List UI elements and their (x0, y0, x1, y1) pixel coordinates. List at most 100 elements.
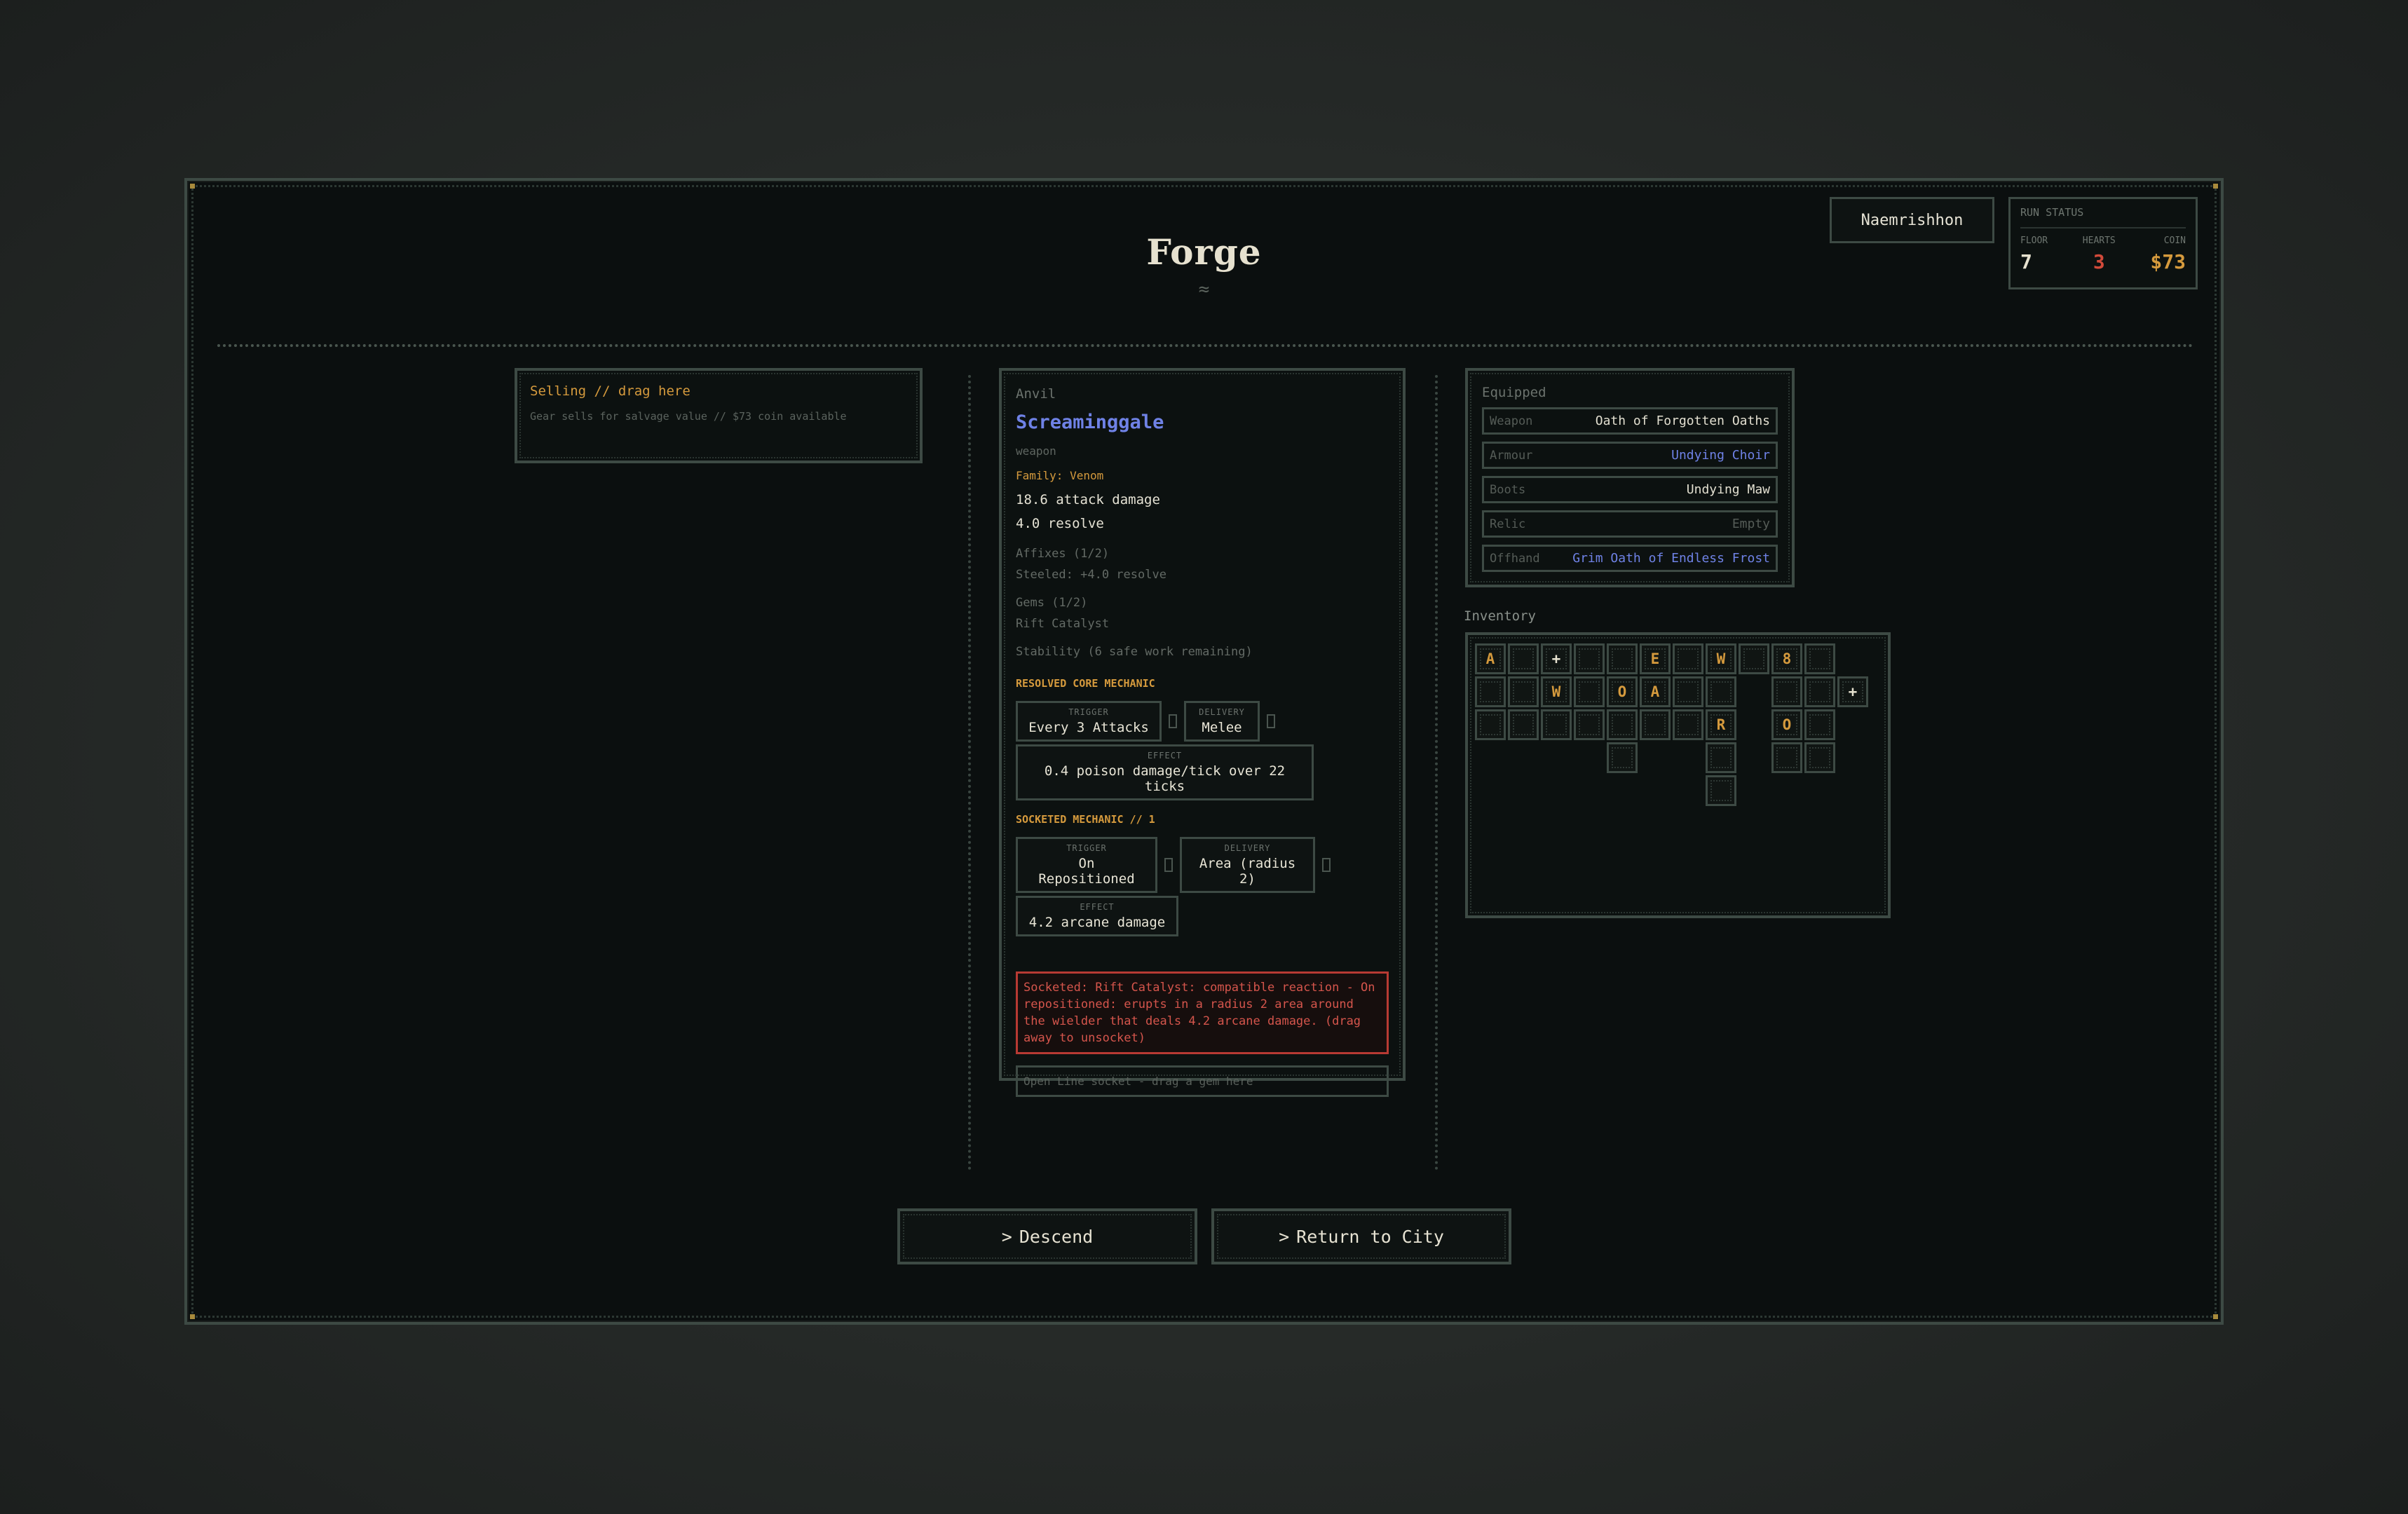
slot-item: Grim Oath of Endless Frost (1572, 551, 1770, 566)
inventory-cell[interactable] (1673, 709, 1703, 740)
inventory-cell[interactable] (1804, 643, 1835, 674)
socketed-trigger: TRIGGER On Repositioned (1016, 837, 1157, 893)
inventory-cell[interactable] (1607, 643, 1638, 674)
trigger-value: On Repositioned (1038, 856, 1135, 887)
inventory-cell[interactable] (1804, 709, 1835, 740)
inventory-cell[interactable]: E (1640, 643, 1671, 674)
slot-item: Oath of Forgotten Oaths (1595, 414, 1770, 428)
inventory-cell[interactable]: + (1541, 643, 1572, 674)
item-glyph: A (1485, 650, 1495, 667)
stability-line: Stability (6 safe work remaining) (1016, 645, 1253, 659)
column-divider-right (1435, 375, 1438, 1171)
inventory-cell[interactable] (1607, 742, 1638, 773)
inventory-cell[interactable] (1706, 775, 1736, 806)
run-status-label: RUN STATUS (2020, 206, 2186, 229)
gem-line[interactable]: Rift Catalyst (1016, 617, 1389, 631)
inventory-cell[interactable]: R (1706, 709, 1736, 740)
slot-item: Empty (1732, 517, 1770, 531)
descend-button[interactable]: > Descend (897, 1208, 1197, 1264)
chevron-right-icon: > (1279, 1226, 1290, 1247)
equipped-panel: Equipped Weapon Oath of Forgotten Oaths … (1465, 368, 1795, 587)
inventory-cell[interactable]: A (1475, 643, 1506, 674)
item-glyph: R (1716, 716, 1726, 733)
run-status-panel: RUN STATUS FLOOR 7 HEARTS 3 COIN $73 (2008, 197, 2198, 289)
delivery-value: Area (radius 2) (1199, 856, 1296, 887)
socketed-gem-warning[interactable]: Socketed: Rift Catalyst: compatible reac… (1016, 971, 1389, 1054)
effect-label: EFFECT (1080, 902, 1115, 912)
slot-name: Weapon (1490, 414, 1533, 428)
equip-slot-armour[interactable]: Armour Undying Choir (1482, 442, 1778, 469)
link-icon (1322, 858, 1331, 872)
return-label: Return to City (1296, 1226, 1444, 1247)
inventory-cell[interactable] (1574, 643, 1605, 674)
inventory-grid[interactable]: A + E W 8 W O A + R O (1465, 632, 1891, 918)
inventory-cell[interactable] (1541, 709, 1572, 740)
inventory-cell[interactable] (1508, 643, 1539, 674)
equip-slot-relic[interactable]: Relic Empty (1482, 510, 1778, 538)
socketed-delivery: DELIVERY Area (radius 2) (1180, 837, 1315, 893)
inventory-cell[interactable] (1804, 676, 1835, 707)
selling-dropzone[interactable]: Selling // drag here Gear sells for salv… (515, 368, 923, 463)
item-glyph: + (1848, 683, 1858, 700)
inventory-cell[interactable]: O (1771, 709, 1802, 740)
inventory-cell[interactable] (1771, 676, 1802, 707)
inventory-cell[interactable]: W (1541, 676, 1572, 707)
delivery-value: Melee (1202, 720, 1242, 735)
effect-value: 0.4 poison damage/tick over 22 ticks (1044, 763, 1286, 794)
player-name-button[interactable]: Naemrishhon (1830, 197, 1994, 243)
inventory-cell[interactable] (1804, 742, 1835, 773)
selling-title: Selling // drag here (530, 383, 691, 399)
trigger-value: Every 3 Attacks (1028, 720, 1149, 735)
item-glyph: O (1617, 683, 1627, 700)
core-delivery: DELIVERY Melee (1184, 701, 1260, 742)
item-glyph: W (1551, 683, 1561, 700)
inventory-cell[interactable] (1607, 709, 1638, 740)
inventory-cell[interactable] (1673, 676, 1703, 707)
equip-slot-offhand[interactable]: Offhand Grim Oath of Endless Frost (1482, 545, 1778, 572)
item-glyph: A (1650, 683, 1660, 700)
core-trigger: TRIGGER Every 3 Attacks (1016, 701, 1162, 742)
slot-item: Undying Maw (1686, 482, 1770, 497)
inventory-cell[interactable] (1739, 643, 1769, 674)
inventory-cell[interactable] (1706, 676, 1736, 707)
inventory-cell[interactable] (1640, 709, 1671, 740)
affixes-count: Affixes (1/2) (1016, 547, 1110, 561)
open-gem-socket[interactable]: Open Line socket - drag a gem here (1016, 1065, 1389, 1097)
inventory-cell[interactable]: A (1640, 676, 1671, 707)
socketed-effect: EFFECT 4.2 arcane damage (1016, 896, 1178, 936)
item-glyph: W (1716, 650, 1726, 667)
inventory-cell[interactable] (1475, 709, 1506, 740)
item-glyph: E (1650, 650, 1660, 667)
slot-name: Offhand (1490, 551, 1540, 566)
equip-slot-weapon[interactable]: Weapon Oath of Forgotten Oaths (1482, 407, 1778, 435)
return-to-city-button[interactable]: > Return to City (1211, 1208, 1511, 1264)
inventory-cell[interactable] (1475, 676, 1506, 707)
coin-label: COIN (2163, 236, 2186, 246)
inventory-cell[interactable] (1706, 742, 1736, 773)
trigger-label: TRIGGER (1068, 707, 1109, 717)
chevron-right-icon: > (1001, 1226, 1012, 1247)
inventory-cell[interactable] (1771, 742, 1802, 773)
inventory-cell[interactable] (1673, 643, 1703, 674)
anvil-panel[interactable]: Anvil Screaminggale weapon Family: Venom… (999, 368, 1406, 1097)
item-name[interactable]: Screaminggale (1016, 411, 1389, 433)
equipped-title: Equipped (1482, 385, 1546, 400)
header-divider (217, 344, 2194, 347)
inventory-cell[interactable] (1574, 709, 1605, 740)
core-mechanic-heading: RESOLVED CORE MECHANIC (1016, 677, 1155, 690)
delivery-label: DELIVERY (1199, 707, 1245, 717)
inventory-cell[interactable] (1508, 709, 1539, 740)
floor-label: FLOOR (2020, 236, 2048, 246)
inventory-cell[interactable] (1574, 676, 1605, 707)
inventory-cell[interactable]: 8 (1771, 643, 1802, 674)
inventory-cell[interactable]: O (1607, 676, 1638, 707)
floor-value: 7 (2020, 250, 2032, 273)
descend-label: Descend (1019, 1226, 1094, 1247)
inventory-title: Inventory (1464, 608, 1536, 624)
inventory-cell[interactable] (1508, 676, 1539, 707)
inventory-cell[interactable]: + (1837, 676, 1868, 707)
inventory-cell[interactable]: W (1706, 643, 1736, 674)
equip-slot-boots[interactable]: Boots Undying Maw (1482, 476, 1778, 503)
stat-resolve: 4.0 resolve (1016, 516, 1104, 531)
trigger-label: TRIGGER (1066, 843, 1107, 853)
